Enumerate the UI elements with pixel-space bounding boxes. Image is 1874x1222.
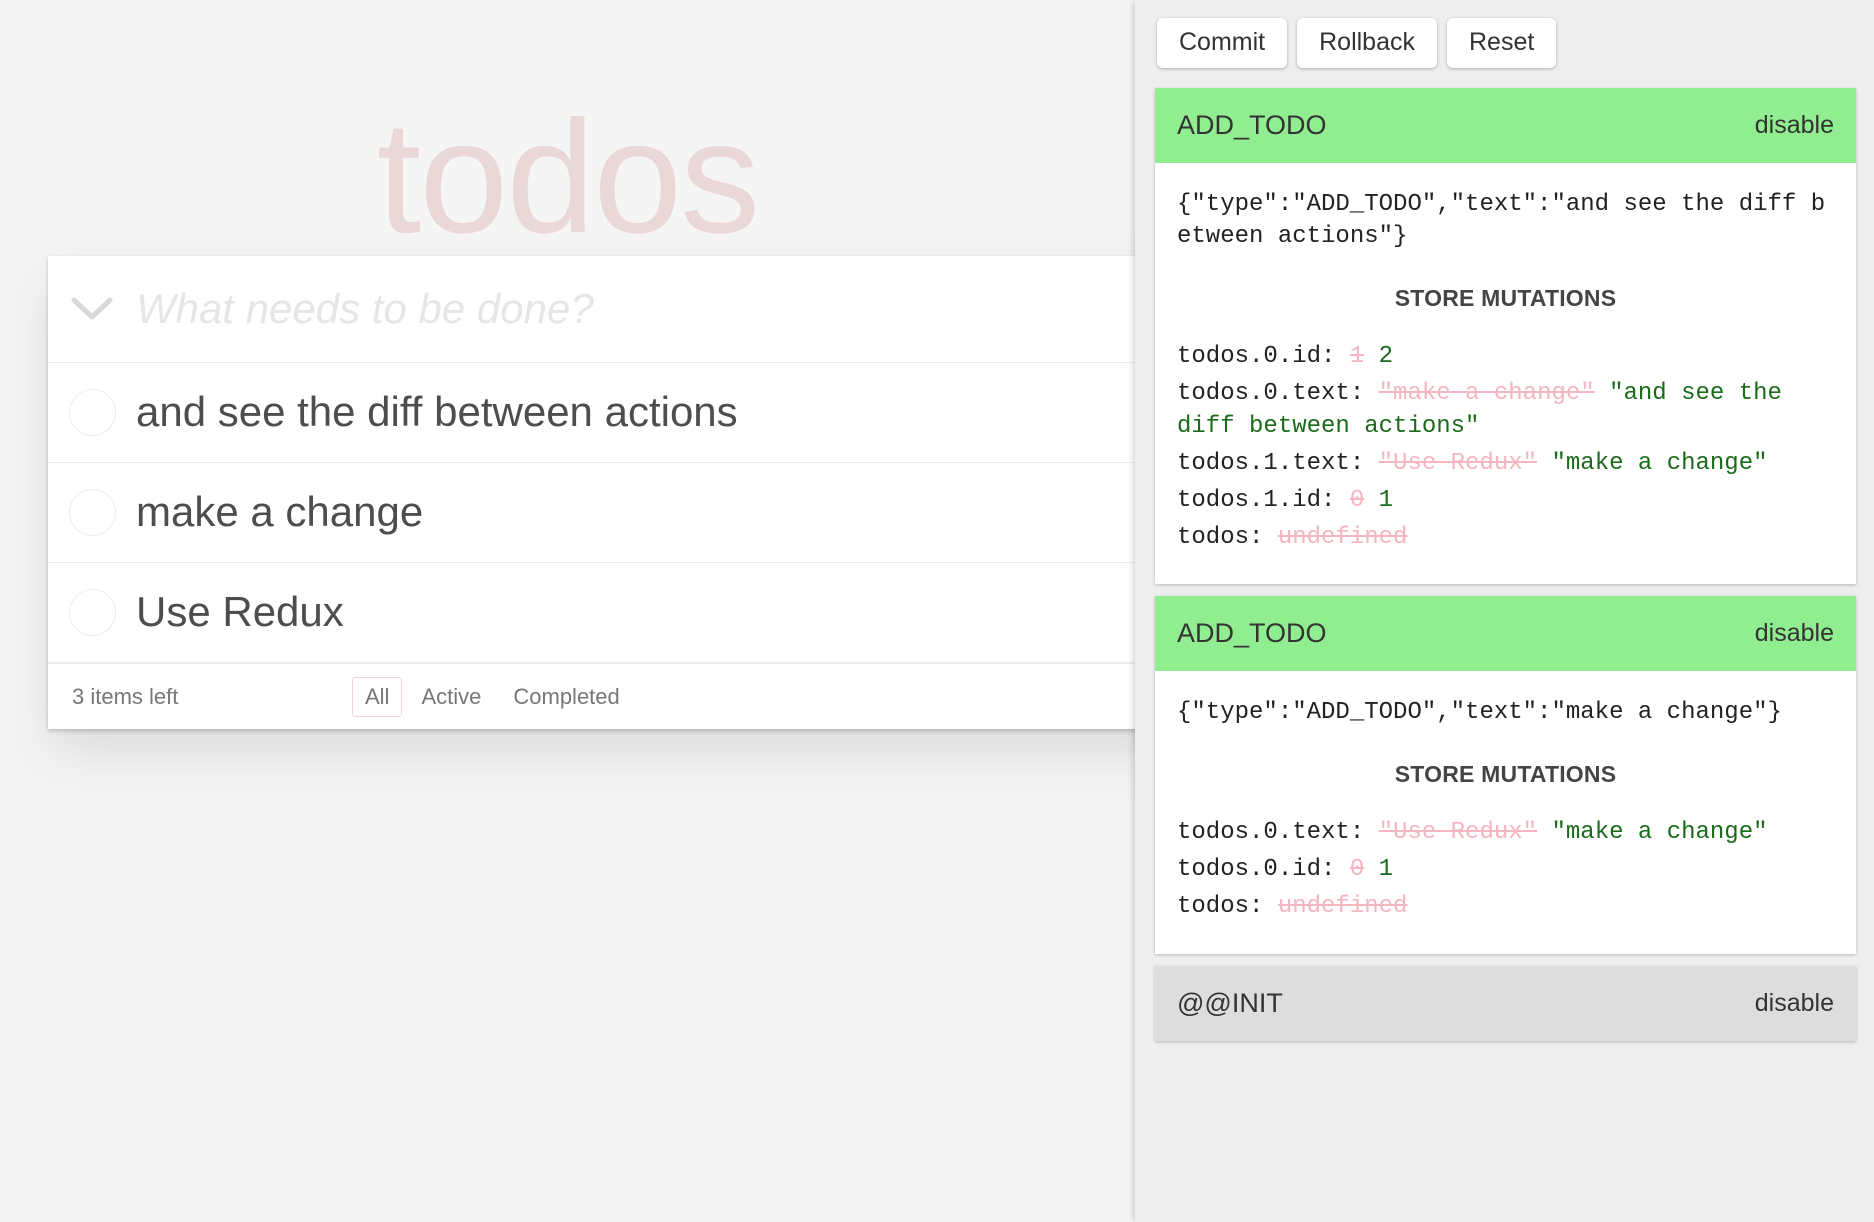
todo-item-label: and see the diff between actions — [136, 387, 738, 437]
mutation-key: todos.0.text: — [1177, 380, 1379, 407]
filter-item-completed[interactable]: Completed — [500, 677, 632, 717]
todo-list-item[interactable]: and see the diff between actions — [48, 363, 1135, 463]
circle-icon — [69, 589, 116, 636]
action-body: {"type":"ADD_TODO","text":"make a change… — [1155, 671, 1856, 953]
mutation-row: todos.0.text: "make a change" "and see t… — [1177, 377, 1834, 443]
mutation-new-value: 1 — [1364, 856, 1393, 883]
mutation-old-value: 0 — [1350, 856, 1364, 883]
filter-list: All Active Completed — [352, 677, 633, 717]
mutation-row: todos: undefined — [1177, 890, 1834, 923]
mutation-key: todos.0.text: — [1177, 819, 1379, 846]
mutation-old-value: 0 — [1350, 487, 1364, 514]
page-root: todos and see the diff between actions — [0, 0, 1874, 1222]
mutation-key: todos.1.id: — [1177, 487, 1350, 514]
circle-icon — [69, 389, 116, 436]
mutation-key: todos.1.text: — [1177, 450, 1379, 477]
filter-item-all[interactable]: All — [352, 677, 402, 717]
filter-link-completed[interactable]: Completed — [500, 677, 632, 717]
todo-toggle-checkbox[interactable] — [48, 563, 136, 662]
reset-button[interactable]: Reset — [1447, 18, 1556, 68]
new-todo-row — [48, 256, 1135, 363]
action-card: ADD_TODO disable {"type":"ADD_TODO","tex… — [1155, 596, 1856, 953]
filter-link-all[interactable]: All — [352, 677, 402, 717]
mutation-key: todos.0.id: — [1177, 343, 1350, 370]
action-header[interactable]: @@INIT disable — [1155, 966, 1856, 1041]
mutation-old-value: 1 — [1350, 343, 1364, 370]
action-header[interactable]: ADD_TODO disable — [1155, 88, 1856, 163]
mutation-row: todos.0.id: 1 2 — [1177, 340, 1834, 373]
todo-item-label: make a change — [136, 487, 423, 537]
new-todo-input[interactable] — [136, 285, 1135, 333]
action-card: @@INIT disable — [1155, 966, 1856, 1041]
action-json: {"type":"ADD_TODO","text":"and see the d… — [1177, 189, 1834, 253]
todo-list: and see the diff between actions make a … — [48, 363, 1135, 663]
mutation-key: todos.0.id: — [1177, 856, 1350, 883]
page-title: todos — [0, 89, 1135, 265]
mutation-row: todos.1.text: "Use Redux" "make a change… — [1177, 447, 1834, 480]
todo-count: 3 items left — [72, 684, 352, 710]
redux-devtools-panel: Commit Rollback Reset ADD_TODO disable {… — [1135, 0, 1874, 1222]
chevron-down-icon[interactable] — [48, 256, 136, 362]
store-mutations-title: STORE MUTATIONS — [1177, 759, 1834, 790]
todo-toggle-checkbox[interactable] — [48, 463, 136, 562]
todo-app-card: and see the diff between actions make a … — [48, 256, 1135, 729]
action-body: {"type":"ADD_TODO","text":"and see the d… — [1155, 163, 1856, 585]
action-card: ADD_TODO disable {"type":"ADD_TODO","tex… — [1155, 88, 1856, 585]
filter-link-active[interactable]: Active — [408, 677, 494, 717]
mutation-row: todos.1.id: 0 1 — [1177, 484, 1834, 517]
mutation-key: todos: — [1177, 524, 1278, 551]
action-type-label: ADD_TODO — [1177, 618, 1327, 649]
mutation-old-value: "Use Redux" — [1379, 450, 1537, 477]
mutation-new-value: 2 — [1364, 343, 1393, 370]
disable-action-link[interactable]: disable — [1755, 989, 1834, 1018]
store-mutations-title: STORE MUTATIONS — [1177, 283, 1834, 314]
filter-item-active[interactable]: Active — [408, 677, 494, 717]
mutation-row: todos.0.id: 0 1 — [1177, 853, 1834, 886]
circle-icon — [69, 489, 116, 536]
action-header[interactable]: ADD_TODO disable — [1155, 596, 1856, 671]
rollback-button[interactable]: Rollback — [1297, 18, 1437, 68]
action-type-label: @@INIT — [1177, 988, 1283, 1019]
commit-button[interactable]: Commit — [1157, 18, 1287, 68]
mutation-new-value: 1 — [1364, 487, 1393, 514]
mutation-new-value: "make a change" — [1537, 450, 1767, 477]
mutation-old-value: "Use Redux" — [1379, 819, 1537, 846]
todo-toggle-checkbox[interactable] — [48, 363, 136, 462]
devtools-toolbar: Commit Rollback Reset — [1155, 12, 1856, 76]
todo-item-label: Use Redux — [136, 587, 344, 637]
mutation-old-value: undefined — [1278, 893, 1408, 920]
todo-list-item[interactable]: make a change — [48, 463, 1135, 563]
disable-action-link[interactable]: disable — [1755, 619, 1834, 648]
mutation-key: todos: — [1177, 893, 1278, 920]
mutation-row: todos: undefined — [1177, 521, 1834, 554]
mutation-old-value: undefined — [1278, 524, 1408, 551]
mutation-row: todos.0.text: "Use Redux" "make a change… — [1177, 816, 1834, 849]
todo-list-item[interactable]: Use Redux — [48, 563, 1135, 663]
mutation-old-value: "make a change" — [1379, 380, 1595, 407]
action-json: {"type":"ADD_TODO","text":"make a change… — [1177, 697, 1834, 729]
todo-footer: 3 items left All Active Completed — [48, 663, 1135, 729]
disable-action-link[interactable]: disable — [1755, 111, 1834, 140]
mutation-new-value: "make a change" — [1537, 819, 1767, 846]
todo-app-region: todos and see the diff between actions — [0, 0, 1135, 1222]
action-type-label: ADD_TODO — [1177, 110, 1327, 141]
